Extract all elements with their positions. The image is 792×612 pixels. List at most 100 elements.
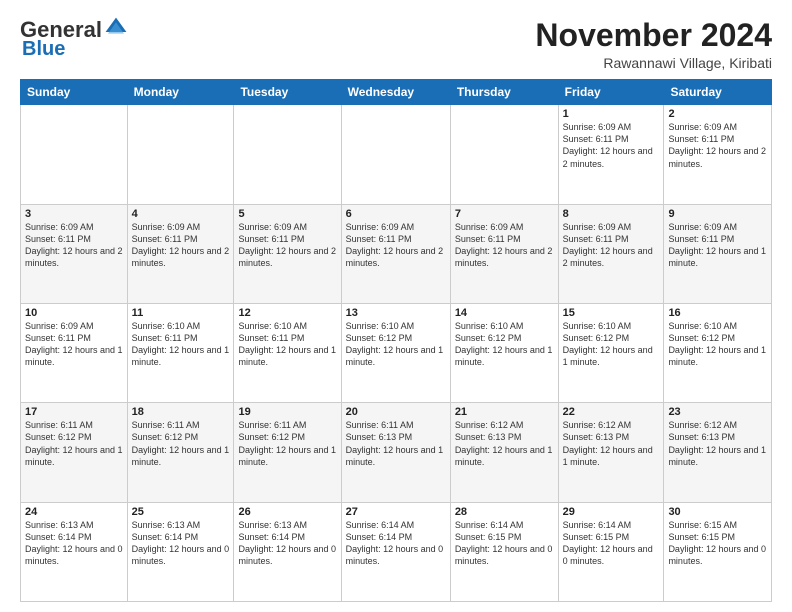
day-cell: 8 Sunrise: 6:09 AMSunset: 6:11 PMDaylight… [558, 204, 664, 303]
day-info: Sunrise: 6:09 AMSunset: 6:11 PMDaylight:… [25, 222, 123, 268]
day-number: 26 [238, 506, 336, 518]
day-cell: 22Sunrise: 6:12 AMSunset: 6:13 PMDayligh… [558, 403, 664, 502]
day-header-tuesday: Tuesday [234, 80, 341, 105]
day-number: 27 [346, 506, 446, 518]
day-number: 3 [25, 208, 123, 220]
day-info: Sunrise: 6:11 AMSunset: 6:12 PMDaylight:… [132, 420, 230, 466]
day-number: 24 [25, 506, 123, 518]
day-number: 8 [563, 208, 660, 220]
day-number: 7 [455, 208, 554, 220]
day-cell: 19 Sunrise: 6:11 AMSunset: 6:12 PMDayligh… [234, 403, 341, 502]
day-number: 30 [668, 506, 767, 518]
week-row-5: 24 Sunrise: 6:13 AMSunset: 6:14 PMDayligh… [21, 502, 772, 601]
day-header-monday: Monday [127, 80, 234, 105]
day-info: Sunrise: 6:09 AMSunset: 6:11 PMDaylight:… [563, 122, 653, 168]
day-number: 4 [132, 208, 230, 220]
day-cell: 24 Sunrise: 6:13 AMSunset: 6:14 PMDayligh… [21, 502, 128, 601]
day-cell: 10 Sunrise: 6:09 AMSunset: 6:11 PMDayligh… [21, 303, 128, 402]
calendar-header-row: SundayMondayTuesdayWednesdayThursdayFrid… [21, 80, 772, 105]
day-number: 2 [668, 108, 767, 120]
day-cell: 6Sunrise: 6:09 AMSunset: 6:11 PMDaylight… [341, 204, 450, 303]
day-cell: 18 Sunrise: 6:11 AMSunset: 6:12 PMDayligh… [127, 403, 234, 502]
day-info: Sunrise: 6:10 AMSunset: 6:12 PMDaylight:… [455, 321, 553, 367]
day-info: Sunrise: 6:13 AMSunset: 6:14 PMDaylight:… [132, 520, 230, 566]
day-info: Sunrise: 6:14 AMSunset: 6:15 PMDaylight:… [455, 520, 553, 566]
day-info: Sunrise: 6:12 AMSunset: 6:13 PMDaylight:… [563, 420, 653, 466]
day-info: Sunrise: 6:09 AMSunset: 6:11 PMDaylight:… [25, 321, 123, 367]
day-header-thursday: Thursday [450, 80, 558, 105]
week-row-2: 3 Sunrise: 6:09 AMSunset: 6:11 PMDaylight… [21, 204, 772, 303]
day-info: Sunrise: 6:10 AMSunset: 6:11 PMDaylight:… [132, 321, 230, 367]
week-row-1: 1 Sunrise: 6:09 AMSunset: 6:11 PMDaylight… [21, 105, 772, 204]
day-cell: 27 Sunrise: 6:14 AMSunset: 6:14 PMDayligh… [341, 502, 450, 601]
week-row-3: 10 Sunrise: 6:09 AMSunset: 6:11 PMDayligh… [21, 303, 772, 402]
day-number: 15 [563, 307, 660, 319]
logo-icon [104, 16, 128, 40]
day-info: Sunrise: 6:10 AMSunset: 6:11 PMDaylight:… [238, 321, 336, 367]
title-block: November 2024 Rawannawi Village, Kiribat… [535, 18, 772, 71]
page: General Blue November 2024 Rawannawi Vil… [0, 0, 792, 612]
day-number: 10 [25, 307, 123, 319]
day-cell: 20 Sunrise: 6:11 AMSunset: 6:13 PMDayligh… [341, 403, 450, 502]
day-number: 29 [563, 506, 660, 518]
day-number: 25 [132, 506, 230, 518]
day-cell: 14 Sunrise: 6:10 AMSunset: 6:12 PMDayligh… [450, 303, 558, 402]
location-subtitle: Rawannawi Village, Kiribati [535, 55, 772, 71]
day-number: 18 [132, 406, 230, 418]
day-info: Sunrise: 6:11 AMSunset: 6:12 PMDaylight:… [238, 420, 336, 466]
month-title: November 2024 [535, 18, 772, 53]
day-cell: 25 Sunrise: 6:13 AMSunset: 6:14 PMDayligh… [127, 502, 234, 601]
day-info: Sunrise: 6:09 AMSunset: 6:11 PMDaylight:… [132, 222, 230, 268]
day-info: Sunrise: 6:09 AMSunset: 6:11 PMDaylight:… [668, 122, 766, 168]
day-number: 20 [346, 406, 446, 418]
day-info: Sunrise: 6:13 AMSunset: 6:14 PMDaylight:… [238, 520, 336, 566]
day-number: 13 [346, 307, 446, 319]
day-number: 5 [238, 208, 336, 220]
day-info: Sunrise: 6:12 AMSunset: 6:13 PMDaylight:… [455, 420, 553, 466]
day-info: Sunrise: 6:11 AMSunset: 6:12 PMDaylight:… [25, 420, 123, 466]
day-info: Sunrise: 6:09 AMSunset: 6:11 PMDaylight:… [455, 222, 553, 268]
day-info: Sunrise: 6:11 AMSunset: 6:13 PMDaylight:… [346, 420, 444, 466]
day-info: Sunrise: 6:13 AMSunset: 6:14 PMDaylight:… [25, 520, 123, 566]
day-cell: 23Sunrise: 6:12 AMSunset: 6:13 PMDayligh… [664, 403, 772, 502]
day-cell: 5Sunrise: 6:09 AMSunset: 6:11 PMDaylight… [234, 204, 341, 303]
day-number: 1 [563, 108, 660, 120]
day-cell: 1 Sunrise: 6:09 AMSunset: 6:11 PMDaylight… [558, 105, 664, 204]
day-cell: 11 Sunrise: 6:10 AMSunset: 6:11 PMDayligh… [127, 303, 234, 402]
day-number: 21 [455, 406, 554, 418]
day-info: Sunrise: 6:09 AMSunset: 6:11 PMDaylight:… [563, 222, 653, 268]
day-info: Sunrise: 6:10 AMSunset: 6:12 PMDaylight:… [563, 321, 653, 367]
day-cell: 4 Sunrise: 6:09 AMSunset: 6:11 PMDaylight… [127, 204, 234, 303]
day-number: 12 [238, 307, 336, 319]
logo: General Blue [20, 18, 128, 61]
day-number: 16 [668, 307, 767, 319]
day-cell: 16 Sunrise: 6:10 AMSunset: 6:12 PMDayligh… [664, 303, 772, 402]
day-cell [127, 105, 234, 204]
header: General Blue November 2024 Rawannawi Vil… [20, 18, 772, 71]
day-number: 11 [132, 307, 230, 319]
logo-blue-text: Blue [22, 38, 65, 61]
day-number: 14 [455, 307, 554, 319]
day-cell: 13Sunrise: 6:10 AMSunset: 6:12 PMDayligh… [341, 303, 450, 402]
day-cell: 12 Sunrise: 6:10 AMSunset: 6:11 PMDayligh… [234, 303, 341, 402]
day-number: 6 [346, 208, 446, 220]
day-info: Sunrise: 6:10 AMSunset: 6:12 PMDaylight:… [668, 321, 766, 367]
day-cell: 28 Sunrise: 6:14 AMSunset: 6:15 PMDayligh… [450, 502, 558, 601]
day-cell: 7 Sunrise: 6:09 AMSunset: 6:11 PMDaylight… [450, 204, 558, 303]
day-cell [21, 105, 128, 204]
day-cell: 9Sunrise: 6:09 AMSunset: 6:11 PMDaylight… [664, 204, 772, 303]
day-info: Sunrise: 6:14 AMSunset: 6:14 PMDaylight:… [346, 520, 444, 566]
day-cell: 26 Sunrise: 6:13 AMSunset: 6:14 PMDayligh… [234, 502, 341, 601]
day-cell: 29Sunrise: 6:14 AMSunset: 6:15 PMDayligh… [558, 502, 664, 601]
day-cell [341, 105, 450, 204]
week-row-4: 17Sunrise: 6:11 AMSunset: 6:12 PMDayligh… [21, 403, 772, 502]
day-cell: 17Sunrise: 6:11 AMSunset: 6:12 PMDayligh… [21, 403, 128, 502]
day-cell: 2 Sunrise: 6:09 AMSunset: 6:11 PMDaylight… [664, 105, 772, 204]
day-cell: 15 Sunrise: 6:10 AMSunset: 6:12 PMDayligh… [558, 303, 664, 402]
calendar-table: SundayMondayTuesdayWednesdayThursdayFrid… [20, 79, 772, 602]
day-header-friday: Friday [558, 80, 664, 105]
day-info: Sunrise: 6:15 AMSunset: 6:15 PMDaylight:… [668, 520, 766, 566]
day-number: 28 [455, 506, 554, 518]
day-header-wednesday: Wednesday [341, 80, 450, 105]
day-number: 19 [238, 406, 336, 418]
